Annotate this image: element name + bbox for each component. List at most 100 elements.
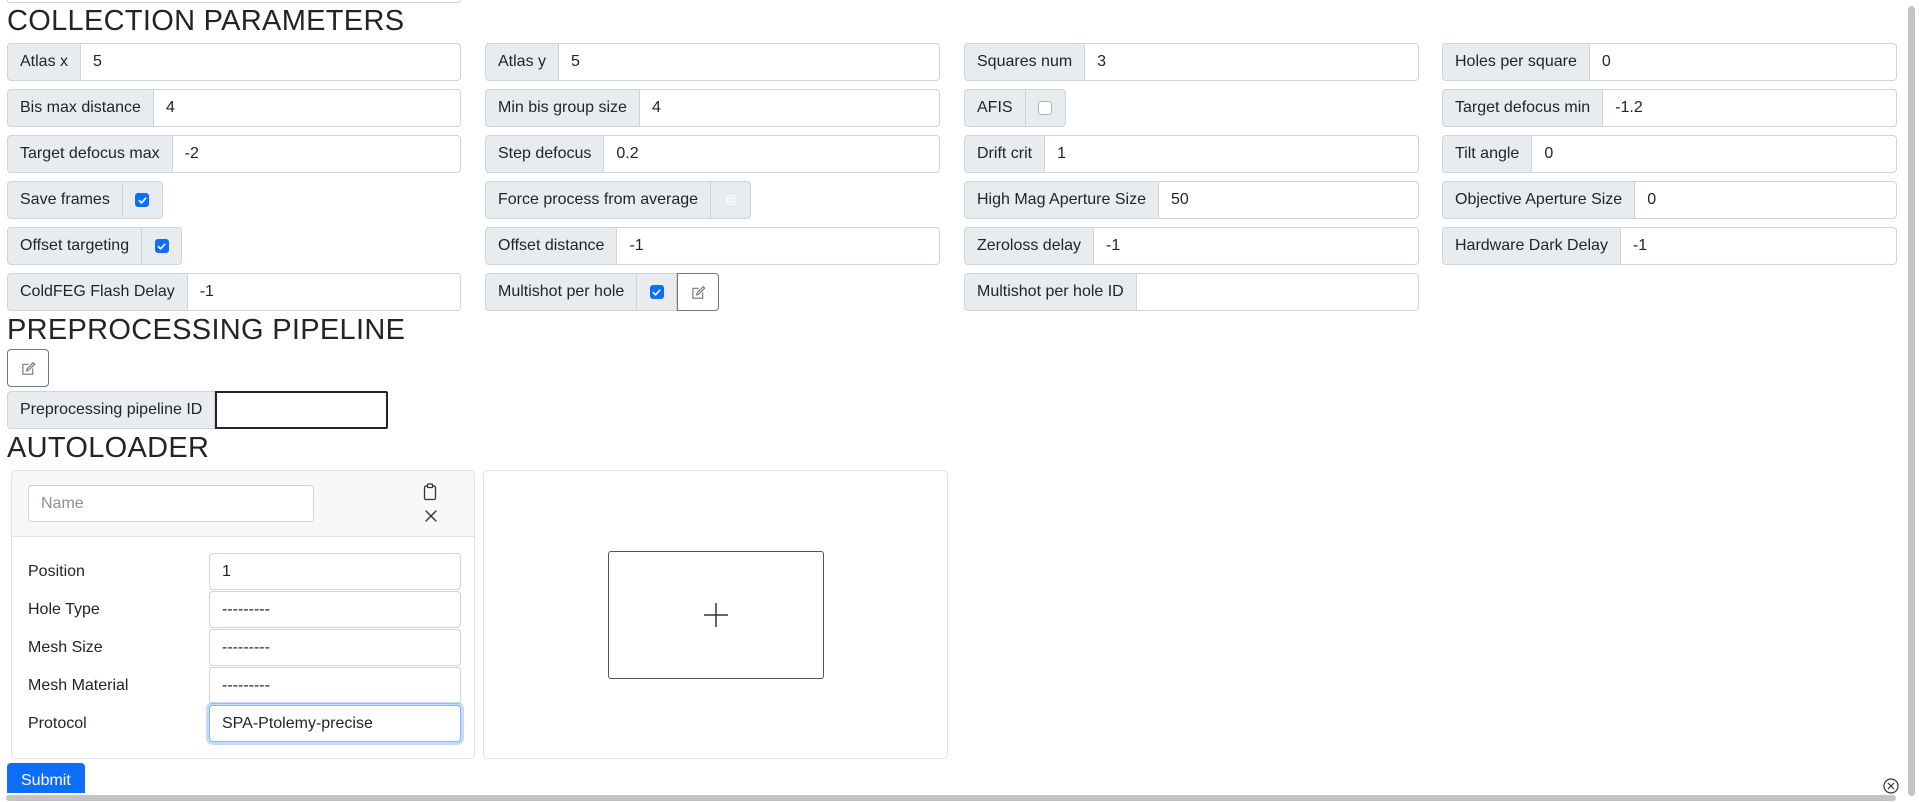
atlas-y-label: Atlas y (485, 43, 560, 81)
hole-type-label: Hole Type (28, 601, 100, 618)
mesh-material-label: Mesh Material (28, 677, 129, 694)
grid-card: Name Position 1 Hole Type --------- Mesh… (11, 470, 475, 759)
preprocessing-pipeline-id-group: Preprocessing pipeline ID (7, 391, 388, 429)
bis-max-distance-group: Bis max distance 4 (7, 89, 461, 127)
tilt-angle-group: Tilt angle 0 (1442, 135, 1897, 173)
offset-distance-group: Offset distance -1 (485, 227, 940, 265)
horizontal-scrollbar-thumb[interactable] (6, 795, 1896, 801)
atlas-y-input[interactable]: 5 (559, 43, 940, 81)
tilt-angle-input[interactable]: 0 (1532, 135, 1897, 173)
target-defocus-min-input[interactable]: -1.2 (1603, 89, 1897, 127)
force-process-label: Force process from average (485, 181, 712, 219)
step-defocus-input[interactable]: 0.2 (604, 135, 940, 173)
vertical-scrollbar-thumb[interactable] (1908, 6, 1915, 796)
add-grid-button[interactable] (608, 551, 824, 679)
clipboard-icon[interactable] (422, 483, 438, 501)
offset-targeting-label: Offset targeting (7, 227, 143, 265)
preprocessing-pipeline-heading: PREPROCESSING PIPELINE (7, 314, 406, 346)
position-input[interactable]: 1 (209, 553, 461, 590)
squares-num-input[interactable]: 3 (1085, 43, 1419, 81)
save-frames-label: Save frames (7, 181, 123, 219)
edit-icon (692, 285, 706, 299)
check-icon (652, 288, 661, 296)
hardware-dark-delay-label: Hardware Dark Delay (1442, 227, 1621, 265)
preprocessing-edit-button[interactable] (7, 349, 49, 387)
horizontal-scrollbar[interactable] (0, 793, 1904, 802)
holes-per-square-input[interactable]: 0 (1589, 43, 1897, 81)
holes-per-square-label: Holes per square (1442, 43, 1590, 81)
force-process-group: Force process from average (485, 181, 753, 219)
force-process-checkbox[interactable] (723, 193, 738, 207)
check-icon (157, 242, 166, 250)
afis-label: AFIS (964, 89, 1026, 127)
multishot-edit-button[interactable] (677, 273, 720, 311)
zeroloss-delay-input[interactable]: -1 (1094, 227, 1419, 265)
save-frames-checkbox[interactable] (135, 193, 150, 207)
hardware-dark-delay-input[interactable]: -1 (1620, 227, 1897, 265)
bis-max-distance-input[interactable]: 4 (153, 89, 461, 127)
preprocessing-pipeline-id-label: Preprocessing pipeline ID (7, 391, 216, 429)
plus-icon (704, 603, 728, 627)
target-defocus-min-group: Target defocus min -1.2 (1442, 89, 1897, 127)
afis-checkbox[interactable] (1038, 101, 1053, 115)
multishot-per-hole-checkbox[interactable] (649, 285, 664, 299)
coldfeg-flash-delay-input[interactable]: -1 (187, 273, 461, 311)
step-defocus-group: Step defocus 0.2 (485, 135, 940, 173)
force-process-checkbox-wrap (711, 181, 752, 219)
offset-targeting-checkbox-wrap (142, 227, 182, 265)
afis-checkbox-wrap (1025, 89, 1066, 127)
offset-targeting-group: Offset targeting (7, 227, 182, 265)
hole-type-select[interactable]: --------- (209, 591, 461, 628)
protocol-select[interactable]: SPA-Ptolemy-precise (209, 705, 461, 742)
squares-num-group: Squares num 3 (964, 43, 1419, 81)
high-mag-aperture-label: High Mag Aperture Size (964, 181, 1159, 219)
offset-targeting-checkbox[interactable] (154, 239, 169, 253)
drift-crit-group: Drift crit 1 (964, 135, 1419, 173)
close-circle-icon[interactable] (1882, 777, 1900, 795)
mesh-material-select[interactable]: --------- (209, 667, 461, 704)
check-icon (138, 196, 147, 204)
min-bis-group-size-input[interactable]: 4 (639, 89, 940, 127)
min-bis-group-size-label: Min bis group size (485, 89, 640, 127)
offset-distance-input[interactable]: -1 (617, 227, 940, 265)
multishot-per-hole-id-input[interactable] (1136, 273, 1419, 311)
atlas-y-group: Atlas y 5 (485, 43, 940, 81)
high-mag-aperture-group: High Mag Aperture Size 50 (964, 181, 1419, 219)
collection-parameters-heading: COLLECTION PARAMETERS (7, 5, 405, 37)
squares-num-label: Squares num (964, 43, 1086, 81)
high-mag-aperture-input[interactable]: 50 (1158, 181, 1419, 219)
target-defocus-max-label: Target defocus max (7, 135, 173, 173)
target-defocus-min-label: Target defocus min (1442, 89, 1604, 127)
objective-aperture-input[interactable]: 0 (1635, 181, 1897, 219)
save-frames-group: Save frames (7, 181, 164, 219)
mesh-size-select[interactable]: --------- (209, 629, 461, 666)
multishot-per-hole-checkbox-wrap (637, 273, 678, 311)
objective-aperture-label: Objective Aperture Size (1442, 181, 1636, 219)
grid-name-input[interactable]: Name (28, 485, 314, 522)
target-defocus-max-input[interactable]: -2 (172, 135, 461, 173)
zeroloss-delay-label: Zeroloss delay (964, 227, 1095, 265)
zeroloss-delay-group: Zeroloss delay -1 (964, 227, 1419, 265)
position-label: Position (28, 563, 85, 580)
offset-distance-label: Offset distance (485, 227, 618, 265)
atlas-x-group: Atlas x 5 (7, 43, 461, 81)
multishot-per-hole-group: Multishot per hole (485, 273, 721, 311)
hardware-dark-delay-group: Hardware Dark Delay -1 (1442, 227, 1897, 265)
drift-crit-input[interactable]: 1 (1045, 135, 1419, 173)
target-defocus-max-group: Target defocus max -2 (7, 135, 461, 173)
protocol-label: Protocol (28, 715, 87, 732)
min-bis-group-size-group: Min bis group size 4 (485, 89, 940, 127)
preprocessing-pipeline-id-input[interactable] (215, 391, 388, 429)
step-defocus-label: Step defocus (485, 135, 605, 173)
multishot-per-hole-id-group: Multishot per hole ID (964, 273, 1419, 311)
add-grid-card (483, 470, 948, 759)
coldfeg-flash-delay-group: ColdFEG Flash Delay -1 (7, 273, 461, 311)
previous-field-edge (7, 0, 461, 3)
atlas-x-input[interactable]: 5 (81, 43, 461, 81)
multishot-per-hole-label: Multishot per hole (485, 273, 638, 311)
holes-per-square-group: Holes per square 0 (1442, 43, 1897, 81)
close-icon[interactable] (424, 509, 438, 523)
save-frames-checkbox-wrap (122, 181, 163, 219)
vertical-scrollbar[interactable] (1904, 0, 1919, 802)
mesh-size-label: Mesh Size (28, 639, 103, 656)
